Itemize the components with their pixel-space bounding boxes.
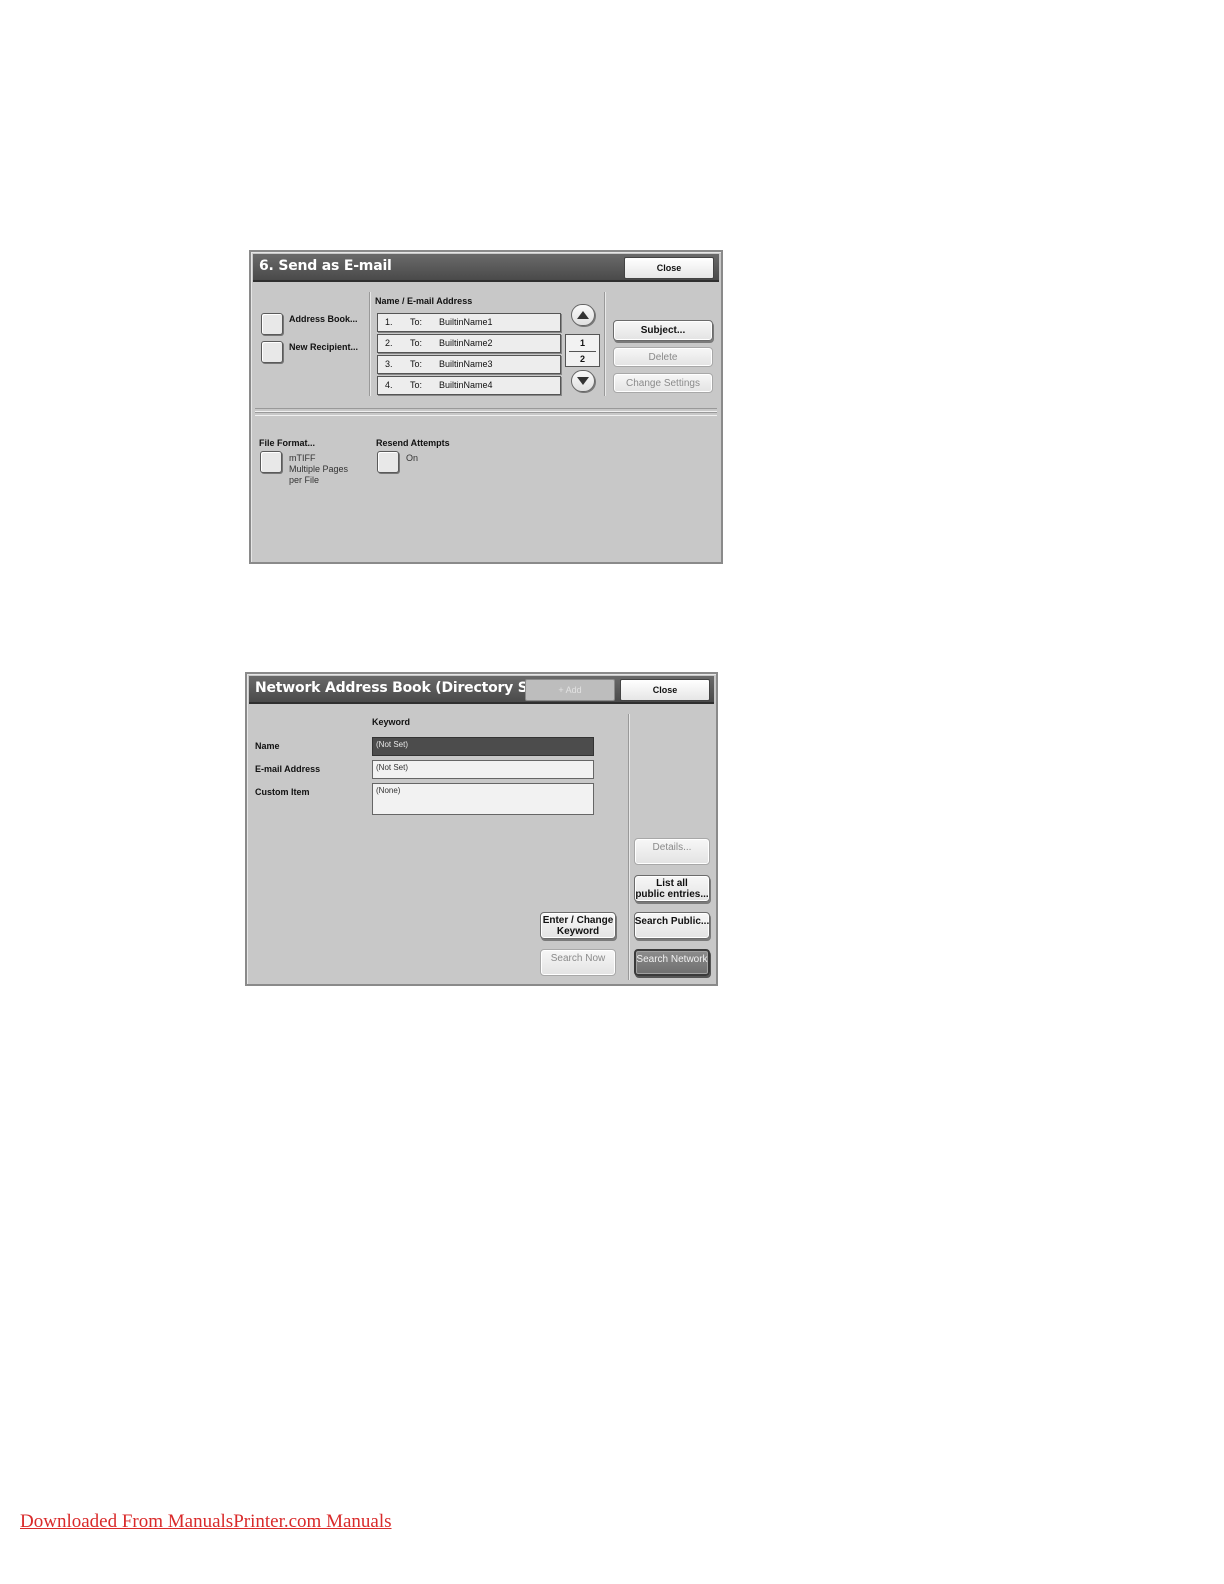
scroll-up-button[interactable] <box>571 304 595 326</box>
left-divider <box>369 292 371 396</box>
triangle-up-icon <box>577 311 589 319</box>
recipient-type: To: <box>410 380 423 390</box>
delete-button[interactable]: Delete <box>613 347 713 367</box>
close-button[interactable]: Close <box>624 257 714 279</box>
email-address-field[interactable]: (Not Set) <box>372 760 594 779</box>
send-email-titlebar: 6. Send as E-mail Close <box>253 254 719 282</box>
recipient-row[interactable]: 1. To: BuiltinName1 <box>377 313 561 332</box>
close-button[interactable]: Close <box>620 679 710 701</box>
details-button[interactable]: Details... <box>634 838 710 865</box>
page-current: 1 <box>579 338 585 348</box>
new-recipient-label: New Recipient... <box>289 342 359 352</box>
search-now-button[interactable]: Search Now <box>540 949 616 976</box>
page-divider <box>569 351 596 352</box>
enter-change-keyword-button[interactable]: Enter / Change Keyword <box>540 912 616 939</box>
change-settings-button[interactable]: Change Settings <box>613 373 713 393</box>
recipient-type: To: <box>410 359 423 369</box>
right-divider <box>604 292 606 396</box>
resend-attempts-button[interactable] <box>377 451 399 473</box>
recipient-type: To: <box>410 338 423 348</box>
subject-button[interactable]: Subject... <box>613 320 713 341</box>
right-column-divider <box>628 714 630 980</box>
recipient-type: To: <box>410 317 423 327</box>
email-address-label: E-mail Address <box>255 764 321 774</box>
recipient-row[interactable]: 3. To: BuiltinName3 <box>377 355 561 374</box>
search-public-button[interactable]: Search Public... <box>634 912 710 939</box>
name-label: Name <box>255 741 280 751</box>
file-format-value-line2: Multiple Pages <box>289 464 349 474</box>
address-book-label: Address Book... <box>289 314 358 324</box>
list-all-public-entries-button[interactable]: List all public entries... <box>634 875 710 902</box>
new-recipient-button[interactable] <box>261 341 283 363</box>
file-format-button[interactable] <box>260 451 282 473</box>
name-field[interactable]: (Not Set) <box>372 737 594 756</box>
enter-change-keyword-line2: Keyword <box>556 925 600 937</box>
section-separator <box>255 412 717 416</box>
recipient-row[interactable]: 2. To: BuiltinName2 <box>377 334 561 353</box>
network-address-book-panel: Network Address Book (Directory Service)… <box>245 672 718 986</box>
recipient-name: BuiltinName1 <box>439 317 493 327</box>
recipient-name: BuiltinName4 <box>439 380 493 390</box>
file-format-value-line3: per File <box>289 475 320 485</box>
resend-attempts-value: On <box>406 453 419 463</box>
page-indicator: 1 2 <box>565 334 600 367</box>
scroll-down-button[interactable] <box>571 370 595 392</box>
recipient-number: 1. <box>385 317 393 327</box>
send-email-panel: 6. Send as E-mail Close Address Book... … <box>249 250 723 564</box>
recipient-list-header: Name / E-mail Address <box>375 296 473 306</box>
recipient-row[interactable]: 4. To: BuiltinName4 <box>377 376 561 395</box>
keyword-header: Keyword <box>372 717 411 727</box>
send-email-title: 6. Send as E-mail <box>259 258 392 274</box>
resend-attempts-label: Resend Attempts <box>376 438 450 448</box>
enter-change-keyword-line1: Enter / Change <box>542 914 614 926</box>
recipient-number: 3. <box>385 359 393 369</box>
file-format-label: File Format... <box>259 438 316 448</box>
network-book-titlebar: Network Address Book (Directory Service)… <box>249 676 714 704</box>
download-source-link[interactable]: Downloaded From ManualsPrinter.com Manua… <box>20 1511 392 1533</box>
add-button[interactable]: + Add <box>525 679 615 701</box>
recipient-number: 4. <box>385 380 393 390</box>
recipient-name: BuiltinName3 <box>439 359 493 369</box>
list-all-label-line1: List all <box>656 877 688 889</box>
recipient-number: 2. <box>385 338 393 348</box>
triangle-down-icon <box>577 377 589 385</box>
address-book-button[interactable] <box>261 313 283 335</box>
search-network-button[interactable]: Search Network <box>634 949 710 976</box>
recipient-name: BuiltinName2 <box>439 338 493 348</box>
page-total: 2 <box>579 354 585 364</box>
custom-item-field[interactable]: (None) <box>372 783 594 815</box>
custom-item-label: Custom Item <box>255 787 310 797</box>
list-all-label-line2: public entries... <box>635 888 709 900</box>
file-format-value-line1: mTIFF <box>289 453 316 463</box>
